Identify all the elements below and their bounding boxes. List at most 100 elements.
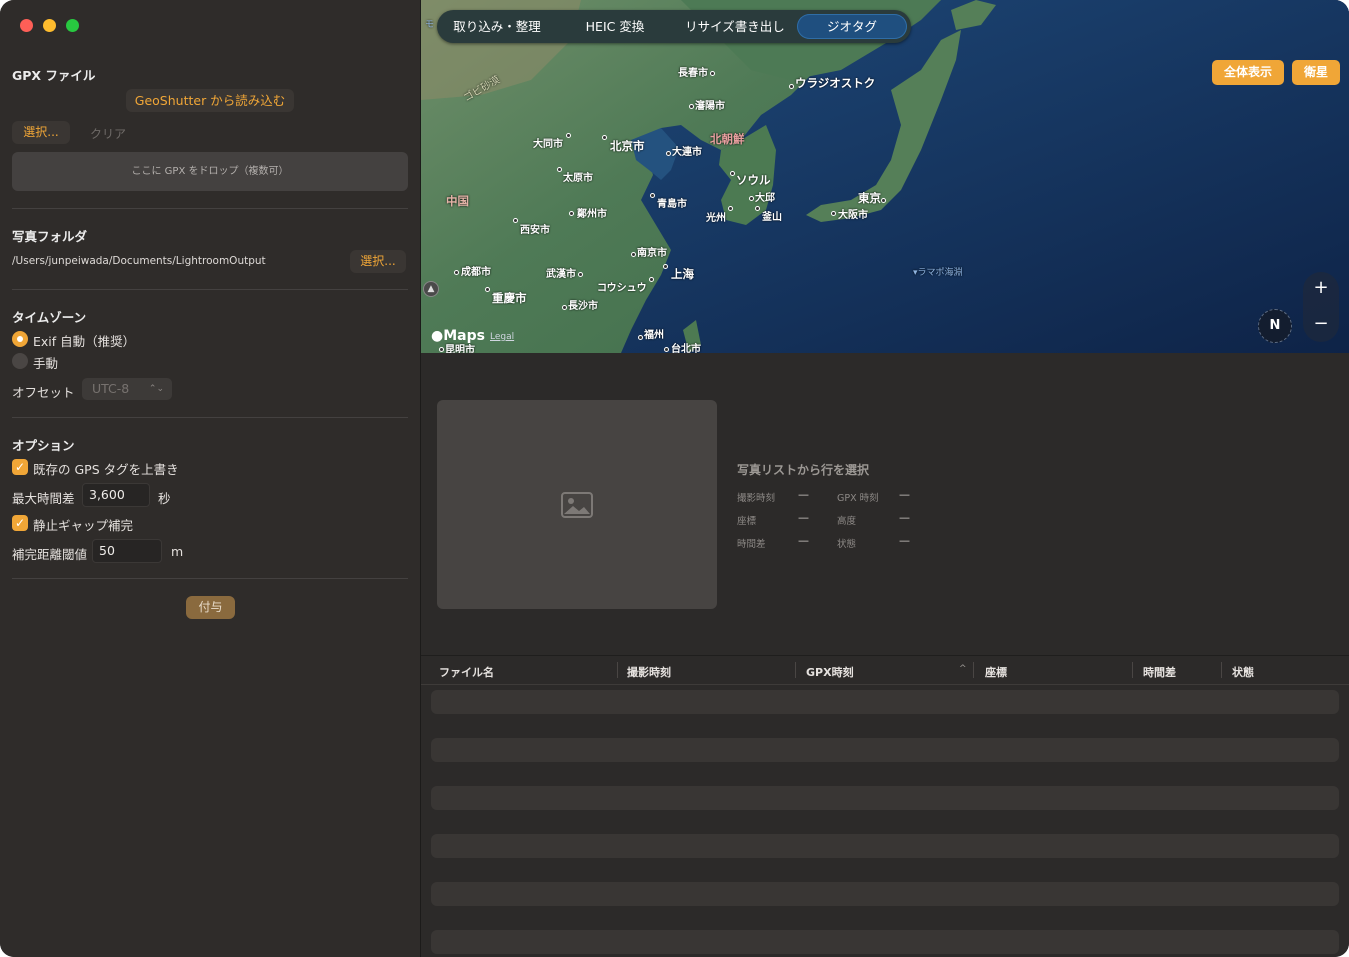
tab-resize[interactable]: リサイズ書き出し xyxy=(677,14,793,39)
map-terrain xyxy=(421,0,1349,353)
column-shot-time[interactable]: 撮影時刻 xyxy=(627,664,671,680)
apple-icon: ● xyxy=(431,328,444,344)
map-city-marker xyxy=(663,264,668,269)
column-separator[interactable] xyxy=(973,662,974,678)
map-city-marker xyxy=(439,347,444,352)
apple-maps-logo: ●Maps xyxy=(431,328,485,344)
threshold-unit: m xyxy=(171,544,184,559)
detail-label-status: 状態 xyxy=(837,539,857,550)
sort-ascending-icon: ^ xyxy=(959,664,967,674)
tab-import[interactable]: 取り込み・整理 xyxy=(441,14,553,39)
overwrite-gps-label: 既存の GPS タグを上書き xyxy=(33,462,179,477)
map-label-china: 中国 xyxy=(446,194,469,208)
table-row[interactable] xyxy=(431,834,1339,858)
map-city-marker xyxy=(831,211,836,216)
photo-folder-path: /Users/junpeiwada/Documents/LightroomOut… xyxy=(12,255,266,267)
zoom-control: + − xyxy=(1303,272,1339,342)
table-row[interactable] xyxy=(431,690,1339,714)
static-gap-checkbox[interactable]: ✓ xyxy=(12,515,28,531)
compass-button[interactable]: N xyxy=(1258,309,1292,343)
apply-button[interactable]: 付与 xyxy=(186,596,235,619)
map-label-tokyo: 東京 xyxy=(858,191,881,205)
map-city-marker xyxy=(649,277,654,282)
column-separator[interactable] xyxy=(1132,662,1133,678)
zoom-out-button[interactable]: − xyxy=(1303,313,1339,334)
detail-value-gpx-time: — xyxy=(899,488,910,501)
gpx-select-button[interactable]: 選択... xyxy=(12,121,70,144)
minimize-window-button[interactable] xyxy=(43,19,56,32)
map-label-chongqing: 重慶市 xyxy=(492,291,527,305)
gpx-clear-button[interactable]: クリア xyxy=(90,125,126,142)
table-row[interactable] xyxy=(431,930,1339,954)
max-diff-input[interactable]: 3,600 xyxy=(82,483,150,507)
maximize-window-button[interactable] xyxy=(66,19,79,32)
map-legal-link[interactable]: Legal xyxy=(490,332,514,342)
manual-label: 手動 xyxy=(33,356,59,371)
detail-title: 写真リストから行を選択 xyxy=(737,463,870,477)
detail-label-time-diff: 時間差 xyxy=(737,539,766,550)
overwrite-gps-checkbox[interactable]: ✓ xyxy=(12,459,28,475)
offset-label: オフセット xyxy=(12,385,75,400)
table-row[interactable] xyxy=(431,786,1339,810)
map-city-marker xyxy=(666,151,671,156)
threshold-label: 補完距離閾値 xyxy=(12,547,88,562)
map-label-north-korea: 北朝鮮 xyxy=(710,132,745,146)
map-city-marker xyxy=(881,198,886,203)
map-label-top-edge: モ xyxy=(425,20,435,30)
zoom-in-button[interactable]: + xyxy=(1303,277,1339,298)
map-label-taiyuan: 太原市 xyxy=(563,173,593,184)
column-separator[interactable] xyxy=(1221,662,1222,678)
column-status[interactable]: 状態 xyxy=(1232,664,1254,680)
detail-label-shot-time: 撮影時刻 xyxy=(737,493,776,504)
manual-radio[interactable] xyxy=(12,353,28,369)
map-label-shanghai: 上海 xyxy=(671,267,694,281)
exif-auto-radio[interactable] xyxy=(12,331,28,347)
map-label-nanjing: 南京市 xyxy=(637,248,667,259)
offset-value: UTC-8 xyxy=(92,381,130,396)
photo-thumbnail-placeholder xyxy=(437,400,717,609)
load-from-geoshutter-button[interactable]: GeoShutter から読み込む xyxy=(126,89,294,112)
gpx-section-title: GPX ファイル xyxy=(12,68,96,83)
map-city-marker xyxy=(664,347,669,352)
map-label-beijing: 北京市 xyxy=(610,139,645,153)
offset-select[interactable]: UTC-8 ⌃⌄ xyxy=(82,378,172,400)
map-city-marker xyxy=(569,211,574,216)
close-window-button[interactable] xyxy=(20,19,33,32)
max-diff-unit: 秒 xyxy=(158,491,171,506)
map-label-shenyang: 瀋陽市 xyxy=(695,101,725,112)
table-row[interactable] xyxy=(431,882,1339,906)
threshold-input[interactable]: 50 xyxy=(92,539,162,563)
detail-label-gpx-time: GPX 時刻 xyxy=(837,493,879,504)
column-gpx-time[interactable]: GPX時刻 xyxy=(806,664,854,680)
tab-geotag[interactable]: ジオタグ xyxy=(797,14,907,39)
map-view[interactable]: モ ゴビ砂漠 長春市 ウラジオストク 瀋陽市 大同市 北京市 大連市 北朝鮮 太… xyxy=(421,0,1349,353)
column-separator[interactable] xyxy=(617,662,618,678)
photo-folder-select-button[interactable]: 選択... xyxy=(350,250,406,273)
map-label-gwangju: 光州 xyxy=(706,213,726,224)
mountain-icon[interactable]: ▲ xyxy=(423,281,439,297)
photo-detail-panel: 写真リストから行を選択 撮影時刻 — GPX 時刻 — 座標 — 高度 — 時間… xyxy=(421,353,1349,655)
table-row[interactable] xyxy=(431,738,1339,762)
map-label-dalian: 大連市 xyxy=(672,147,702,158)
detail-value-status: — xyxy=(899,534,910,547)
map-city-marker xyxy=(755,206,760,211)
column-coords[interactable]: 座標 xyxy=(985,664,1007,680)
map-city-marker xyxy=(562,305,567,310)
divider xyxy=(12,578,408,579)
map-city-marker xyxy=(710,71,715,76)
map-label-changchun: 長春市 xyxy=(678,68,708,79)
tab-heic[interactable]: HEIC 変換 xyxy=(557,14,673,39)
divider xyxy=(12,417,408,418)
satellite-button[interactable]: 衛星 xyxy=(1292,60,1340,85)
show-all-button[interactable]: 全体表示 xyxy=(1212,60,1284,85)
column-separator[interactable] xyxy=(795,662,796,678)
gpx-drop-zone[interactable]: ここに GPX をドロップ（複数可） xyxy=(12,152,408,191)
column-time-diff[interactable]: 時間差 xyxy=(1143,664,1176,680)
map-label-fuzhou: 福州 xyxy=(644,330,664,341)
max-diff-label: 最大時間差 xyxy=(12,491,75,506)
photo-folder-section-title: 写真フォルダ xyxy=(12,229,88,244)
column-filename[interactable]: ファイル名 xyxy=(439,664,494,680)
map-label-daegu: 大邱 xyxy=(755,193,775,204)
map-city-marker xyxy=(566,133,571,138)
map-label-osaka: 大阪市 xyxy=(838,210,868,221)
